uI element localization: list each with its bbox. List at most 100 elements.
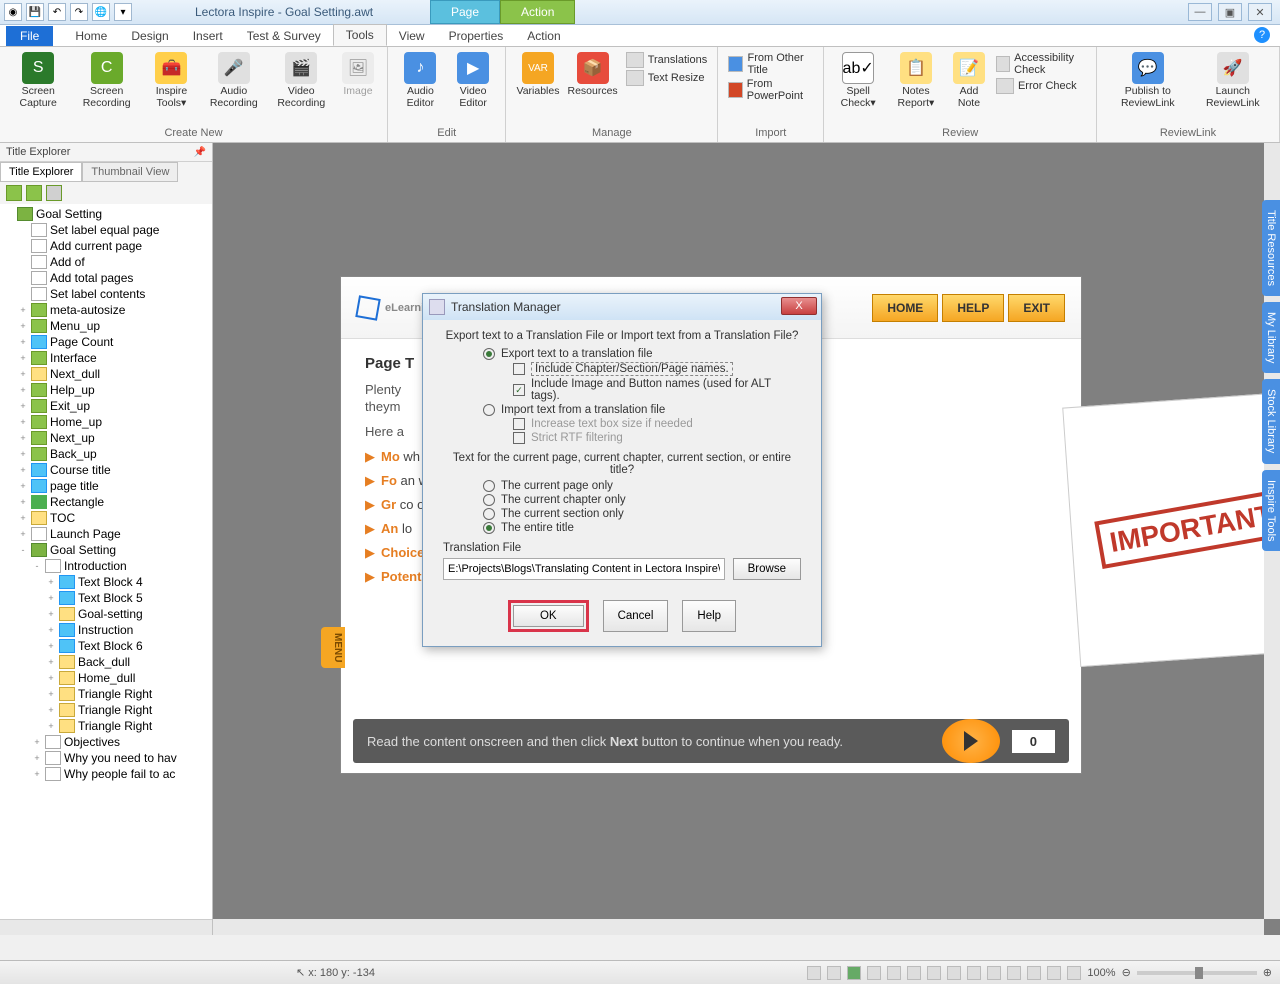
tree-item[interactable]: +Home_up xyxy=(0,414,212,430)
video-recording-button[interactable]: 🎬Video Recording xyxy=(268,50,335,127)
tab-properties[interactable]: Properties xyxy=(437,26,516,46)
tree-item[interactable]: +Instruction xyxy=(0,622,212,638)
palette-inspire-tools[interactable]: Inspire Tools xyxy=(1262,470,1280,552)
context-tab-page[interactable]: Page xyxy=(430,0,500,24)
browse-button[interactable]: Browse xyxy=(733,558,801,580)
radio-current-section[interactable]: The current section only xyxy=(483,508,801,520)
h-scrollbar[interactable] xyxy=(0,919,212,935)
audio-editor-button[interactable]: ♪Audio Editor xyxy=(394,50,447,127)
tree-item[interactable]: +Next_dull xyxy=(0,366,212,382)
tree-item[interactable]: Add total pages xyxy=(0,270,212,286)
tab-title-explorer[interactable]: Title Explorer xyxy=(0,162,82,182)
inspire-tools-button[interactable]: 🧰Inspire Tools▾ xyxy=(143,50,200,127)
pin-icon[interactable]: 📌 xyxy=(194,147,206,158)
tree-view[interactable]: Goal SettingSet label equal pageAdd curr… xyxy=(0,204,212,919)
accessibility-check-button[interactable]: Accessibility Check xyxy=(996,52,1086,76)
translations-button[interactable]: Translations xyxy=(626,52,708,68)
tab-home[interactable]: Home xyxy=(63,26,119,46)
status-icon[interactable] xyxy=(1027,966,1041,980)
tree-item[interactable]: +Course title xyxy=(0,462,212,478)
ok-button[interactable]: OK xyxy=(513,605,584,627)
tab-action[interactable]: Action xyxy=(515,26,572,46)
check-include-names[interactable]: Include Chapter/Section/Page names. xyxy=(513,362,801,376)
collapse-icon[interactable] xyxy=(26,185,42,201)
text-resize-button[interactable]: Text Resize xyxy=(626,70,708,86)
screen-recording-button[interactable]: CScreen Recording xyxy=(70,50,142,127)
palette-my-library[interactable]: My Library xyxy=(1262,302,1280,373)
tree-item[interactable]: Add current page xyxy=(0,238,212,254)
tree-item[interactable]: +Triangle Right xyxy=(0,686,212,702)
status-icon[interactable] xyxy=(1047,966,1061,980)
radio-current-chapter[interactable]: The current chapter only xyxy=(483,494,801,506)
qat-more-icon[interactable]: ▾ xyxy=(114,3,132,21)
publish-reviewlink-button[interactable]: 💬Publish to ReviewLink xyxy=(1103,50,1193,127)
tree-item[interactable]: +Goal-setting xyxy=(0,606,212,622)
exit-button[interactable]: EXIT xyxy=(1008,294,1065,322)
menu-tab[interactable]: MENU xyxy=(321,627,345,668)
resources-button[interactable]: 📦Resources xyxy=(563,50,621,127)
tree-item[interactable]: -Introduction xyxy=(0,558,212,574)
tree-item[interactable]: +Launch Page xyxy=(0,526,212,542)
status-icon[interactable] xyxy=(967,966,981,980)
close-icon[interactable]: ✕ xyxy=(1248,3,1272,21)
tree-item[interactable]: Set label equal page xyxy=(0,222,212,238)
tree-item[interactable]: +Objectives xyxy=(0,734,212,750)
status-icon[interactable] xyxy=(947,966,961,980)
tab-test-survey[interactable]: Test & Survey xyxy=(235,26,333,46)
dialog-titlebar[interactable]: Translation Manager X xyxy=(423,294,821,320)
home-button[interactable]: HOME xyxy=(872,294,938,322)
radio-current-page[interactable]: The current page only xyxy=(483,480,801,492)
zoom-out-icon[interactable]: ⊖ xyxy=(1122,966,1131,979)
zoom-slider[interactable] xyxy=(1137,971,1257,975)
error-check-button[interactable]: Error Check xyxy=(996,78,1086,94)
expand-icon[interactable] xyxy=(6,185,22,201)
tree-item[interactable]: +Triangle Right xyxy=(0,702,212,718)
tab-tools[interactable]: Tools xyxy=(333,24,387,46)
tree-item[interactable]: +meta-autosize xyxy=(0,302,212,318)
tree-item[interactable]: +Rectangle xyxy=(0,494,212,510)
screen-capture-button[interactable]: SScreen Capture xyxy=(6,50,70,127)
tree-item[interactable]: Goal Setting xyxy=(0,206,212,222)
context-tab-action[interactable]: Action xyxy=(500,0,575,24)
tree-item[interactable]: +Why you need to hav xyxy=(0,750,212,766)
tab-file[interactable]: File xyxy=(6,26,53,46)
status-icon[interactable] xyxy=(907,966,921,980)
status-icon[interactable] xyxy=(1067,966,1081,980)
tree-item[interactable]: +Text Block 6 xyxy=(0,638,212,654)
notes-report-button[interactable]: 📋Notes Report▾ xyxy=(886,50,946,127)
redo-icon[interactable]: ↷ xyxy=(70,3,88,21)
tool-icon[interactable] xyxy=(46,185,62,201)
next-nav-button[interactable] xyxy=(942,719,1000,763)
tab-insert[interactable]: Insert xyxy=(181,26,235,46)
app-icon[interactable]: ◉ xyxy=(4,3,22,21)
add-note-button[interactable]: 📝Add Note xyxy=(946,50,992,127)
status-icon[interactable] xyxy=(987,966,1001,980)
tree-item[interactable]: +Page Count xyxy=(0,334,212,350)
variables-button[interactable]: VARVariables xyxy=(512,50,563,127)
audio-recording-button[interactable]: 🎤Audio Recording xyxy=(200,50,268,127)
tree-item[interactable]: +Triangle Right xyxy=(0,718,212,734)
tree-item[interactable]: +TOC xyxy=(0,510,212,526)
tree-item[interactable]: +Text Block 5 xyxy=(0,590,212,606)
palette-stock-library[interactable]: Stock Library xyxy=(1262,379,1280,463)
minimize-icon[interactable]: — xyxy=(1188,3,1212,21)
tree-item[interactable]: +Back_dull xyxy=(0,654,212,670)
stage-h-scrollbar[interactable] xyxy=(213,919,1264,935)
maximize-icon[interactable]: ▣ xyxy=(1218,3,1242,21)
palette-title-resources[interactable]: Title Resources xyxy=(1262,200,1280,296)
tab-thumbnail-view[interactable]: Thumbnail View xyxy=(82,162,178,182)
status-icon[interactable] xyxy=(1007,966,1021,980)
cancel-button[interactable]: Cancel xyxy=(603,600,669,632)
tree-item[interactable]: +Home_dull xyxy=(0,670,212,686)
publish-icon[interactable]: 🌐 xyxy=(92,3,110,21)
tree-item[interactable]: Set label contents xyxy=(0,286,212,302)
help-button[interactable]: Help xyxy=(682,600,736,632)
translation-file-input[interactable] xyxy=(443,558,725,580)
radio-entire-title[interactable]: The entire title xyxy=(483,522,801,534)
tree-item[interactable]: +Exit_up xyxy=(0,398,212,414)
status-icon[interactable] xyxy=(867,966,881,980)
status-icon[interactable] xyxy=(847,966,861,980)
tree-item[interactable]: +Next_up xyxy=(0,430,212,446)
tree-item[interactable]: +Menu_up xyxy=(0,318,212,334)
tab-view[interactable]: View xyxy=(387,26,437,46)
